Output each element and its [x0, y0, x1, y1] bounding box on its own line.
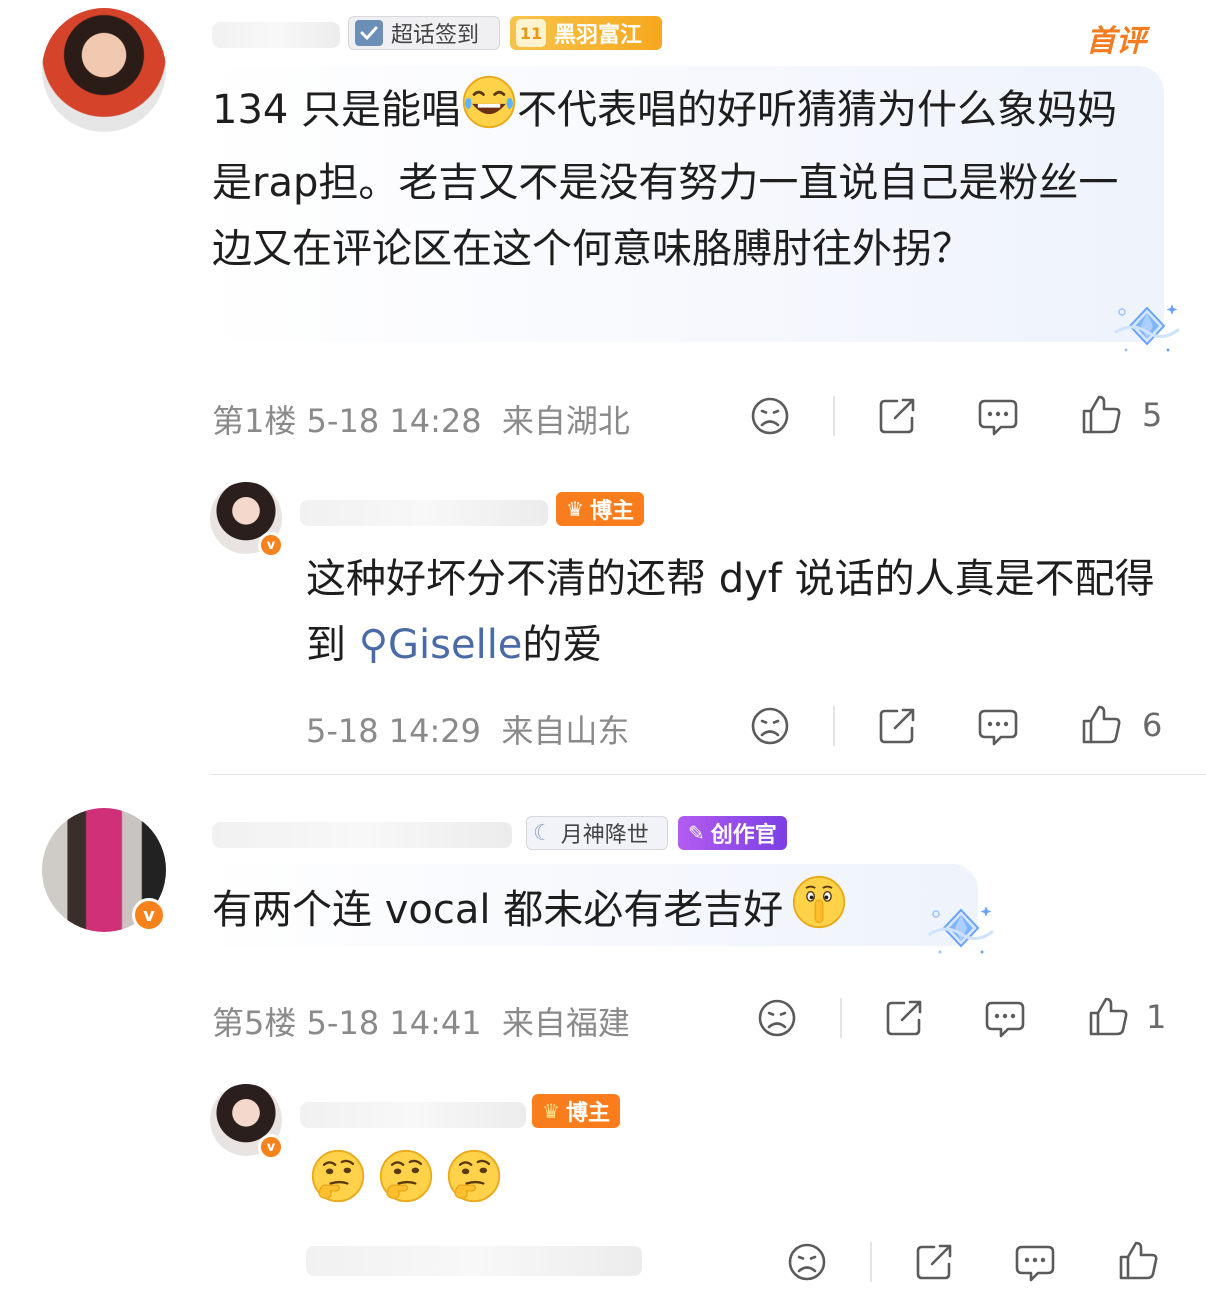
level-shield-icon: 11: [516, 19, 546, 47]
username-blurred[interactable]: [300, 1102, 526, 1128]
title-badge[interactable]: ☾ 月神降世: [526, 816, 668, 850]
laughing-crying-emoji: [461, 74, 517, 150]
share-button[interactable]: [912, 1240, 956, 1284]
divider: [833, 396, 835, 436]
dislike-button[interactable]: [785, 1240, 829, 1284]
like-button[interactable]: [1079, 702, 1123, 746]
moon-icon: ☾: [533, 820, 553, 846]
thumbs-up-icon: [1116, 1238, 1160, 1282]
reply-button[interactable]: [976, 394, 1020, 438]
shushing-face-emoji: [791, 874, 847, 950]
dislike-icon: [748, 394, 792, 438]
thinking-face-emoji: [310, 1148, 366, 1204]
username-blurred[interactable]: [212, 822, 512, 848]
comment-icon: [976, 394, 1020, 438]
dislike-icon: [785, 1240, 829, 1284]
divider: [833, 706, 835, 746]
creator-badge[interactable]: ✎ 创作官: [678, 816, 787, 850]
dislike-button[interactable]: [748, 394, 792, 438]
meta-blurred: [306, 1246, 642, 1276]
comment-meta: 第5楼 5-18 14:41 来自福建: [212, 1004, 630, 1042]
bubble-decoration-icon: [1112, 298, 1182, 358]
reply-button[interactable]: [983, 996, 1027, 1040]
divider: [870, 1242, 872, 1282]
share-button[interactable]: [882, 996, 926, 1040]
verified-badge-icon: v: [258, 1134, 284, 1160]
thumbs-up-icon: [1079, 702, 1123, 746]
share-icon: [912, 1240, 956, 1284]
share-button[interactable]: [875, 394, 919, 438]
creator-ribbon-icon: ✎: [688, 821, 705, 845]
fan-level-badge[interactable]: 11 黑羽富江: [510, 16, 662, 50]
divider: [840, 998, 842, 1038]
comment-text[interactable]: 134 只是能唱 不代表唱的好听猜猜为什么象妈妈是rap担。老吉又不是没有努力一直…: [212, 74, 1152, 282]
like-button[interactable]: [1116, 1238, 1160, 1282]
like-count: 6: [1142, 706, 1163, 744]
blogger-badge: ♛ 博主: [532, 1094, 620, 1128]
thinking-face-emoji: [446, 1148, 502, 1204]
blogger-badge: ♛ 博主: [556, 492, 644, 526]
like-count: 5: [1142, 396, 1163, 434]
share-icon: [875, 704, 919, 748]
crown-icon: ♛: [566, 497, 584, 521]
comment-divider: [210, 774, 1206, 775]
checkin-badge[interactable]: 超话签到: [348, 16, 500, 50]
crown-icon: ♛: [542, 1099, 560, 1123]
avatar[interactable]: [42, 8, 166, 132]
comment-text[interactable]: 有两个连 vocal 都未必有老吉好: [212, 874, 972, 950]
reply-text[interactable]: 这种好坏分不清的还帮 dyf 说话的人真是不配得到 ⚲Giselle的爱: [306, 546, 1166, 678]
thinking-face-emoji: [378, 1148, 434, 1204]
dislike-button[interactable]: [755, 996, 799, 1040]
share-button[interactable]: [875, 704, 919, 748]
comment-icon: [983, 996, 1027, 1040]
search-icon: ⚲: [358, 622, 389, 668]
calendar-check-icon: [355, 20, 383, 46]
comment-icon: [976, 704, 1020, 748]
reply-emojis: [310, 1148, 502, 1204]
dislike-icon: [755, 996, 799, 1040]
bubble-decoration-icon: [926, 900, 996, 960]
topic-link[interactable]: ⚲Giselle: [359, 622, 523, 668]
reply-button[interactable]: [976, 704, 1020, 748]
thumbs-up-icon: [1086, 994, 1130, 1038]
comment-icon: [1013, 1240, 1057, 1284]
reply-meta: 5-18 14:29 来自山东: [306, 712, 630, 750]
like-count: 1: [1146, 998, 1167, 1036]
username-blurred[interactable]: [212, 22, 340, 48]
dislike-icon: [748, 704, 792, 748]
first-comment-badge: 首评: [1086, 24, 1146, 59]
verified-badge-icon: v: [258, 532, 284, 558]
share-icon: [875, 394, 919, 438]
like-button[interactable]: [1079, 392, 1123, 436]
reply-button[interactable]: [1013, 1240, 1057, 1284]
share-icon: [882, 996, 926, 1040]
username-blurred[interactable]: [300, 500, 548, 526]
dislike-button[interactable]: [748, 704, 792, 748]
comment-meta: 第1楼 5-18 14:28 来自湖北: [212, 402, 630, 440]
like-button[interactable]: [1086, 994, 1130, 1038]
thumbs-up-icon: [1079, 392, 1123, 436]
verified-badge-icon: v: [132, 898, 166, 932]
